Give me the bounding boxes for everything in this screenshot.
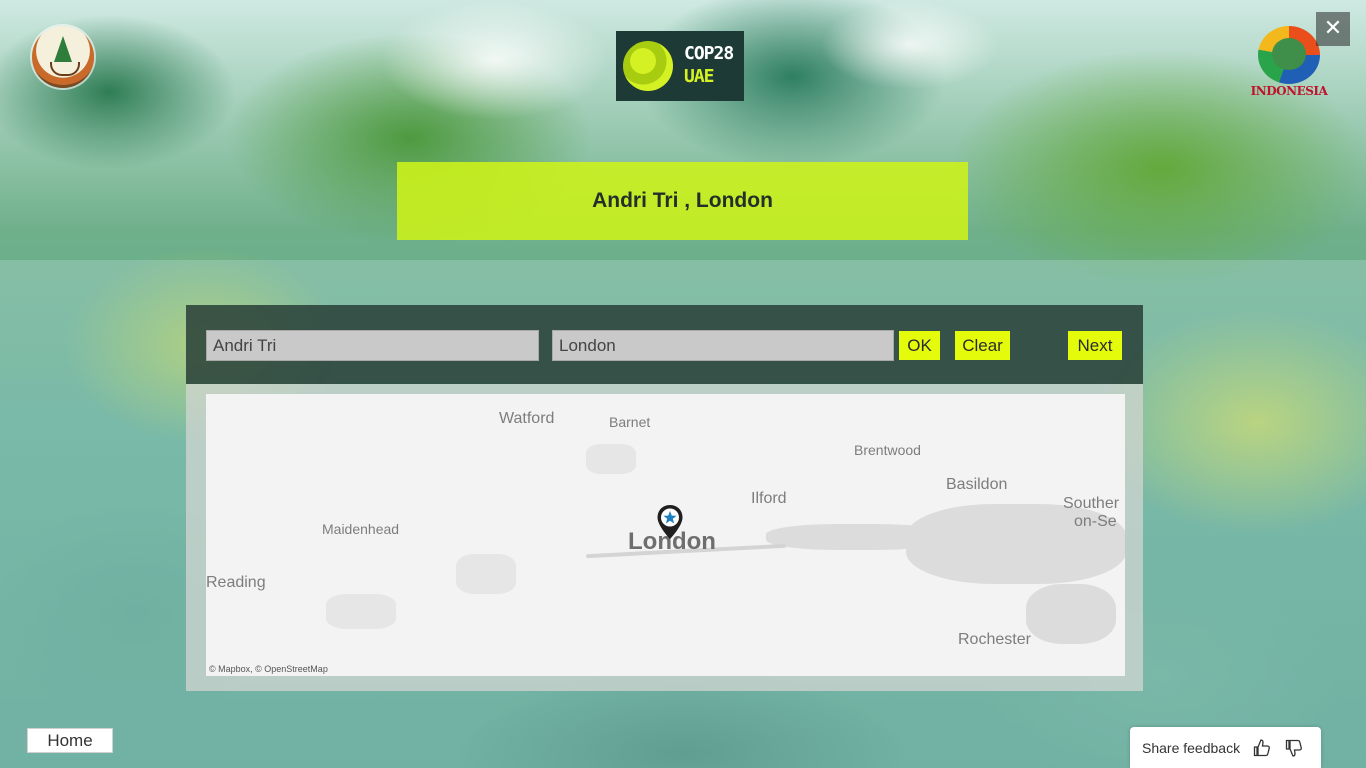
medway-water bbox=[1026, 584, 1116, 644]
next-button[interactable]: Next bbox=[1068, 331, 1122, 360]
map-label-brentwood: Brentwood bbox=[854, 442, 921, 458]
star-pin-icon[interactable] bbox=[656, 504, 684, 540]
thumbs-down-icon[interactable] bbox=[1284, 738, 1304, 758]
globe-icon bbox=[623, 41, 673, 91]
title-banner: Andri Tri , London bbox=[397, 162, 968, 240]
park-area bbox=[586, 444, 636, 474]
ministry-logo bbox=[32, 26, 94, 88]
roots-icon bbox=[50, 62, 80, 76]
swirl-icon bbox=[1258, 26, 1320, 84]
park-area bbox=[326, 594, 396, 629]
thumbs-up-icon[interactable] bbox=[1252, 738, 1272, 758]
feedback-bar: Share feedback bbox=[1130, 727, 1321, 768]
map-label-watford: Watford bbox=[499, 410, 555, 427]
map-label-maidenhead: Maidenhead bbox=[322, 521, 400, 537]
map-view[interactable]: Watford Barnet Brentwood Ilford Basildon… bbox=[206, 394, 1125, 676]
home-button[interactable]: Home bbox=[27, 728, 113, 753]
indonesia-logo-text: INDONESIA bbox=[1250, 84, 1328, 98]
map-label-southend-2: on-Se bbox=[1074, 513, 1117, 530]
map-panel: Watford Barnet Brentwood Ilford Basildon… bbox=[186, 384, 1143, 691]
input-panel: OK Clear Next bbox=[186, 305, 1143, 384]
page-title: Andri Tri , London bbox=[592, 189, 773, 212]
share-feedback-label: Share feedback bbox=[1142, 739, 1241, 756]
map-label-basildon: Basildon bbox=[946, 476, 1008, 493]
tree-icon bbox=[54, 36, 72, 62]
map-attribution: © Mapbox, © OpenStreetMap bbox=[209, 664, 328, 674]
city-input[interactable] bbox=[552, 330, 894, 361]
map-label-southend: Souther bbox=[1063, 495, 1120, 512]
close-icon: ✕ bbox=[1323, 16, 1343, 41]
ok-button[interactable]: OK bbox=[899, 331, 940, 360]
map-label-reading: Reading bbox=[206, 574, 266, 591]
close-button[interactable]: ✕ bbox=[1316, 12, 1350, 46]
sky-patch bbox=[820, 0, 1000, 90]
sky-patch bbox=[380, 0, 610, 120]
map-label-rochester: Rochester bbox=[958, 631, 1031, 648]
map-label-ilford: Ilford bbox=[751, 490, 787, 507]
cop28-logo: COP28 UAE bbox=[616, 31, 744, 101]
name-input[interactable] bbox=[206, 330, 539, 361]
park-area bbox=[456, 554, 516, 594]
map-label-barnet: Barnet bbox=[609, 414, 651, 430]
clear-button[interactable]: Clear bbox=[955, 331, 1010, 360]
